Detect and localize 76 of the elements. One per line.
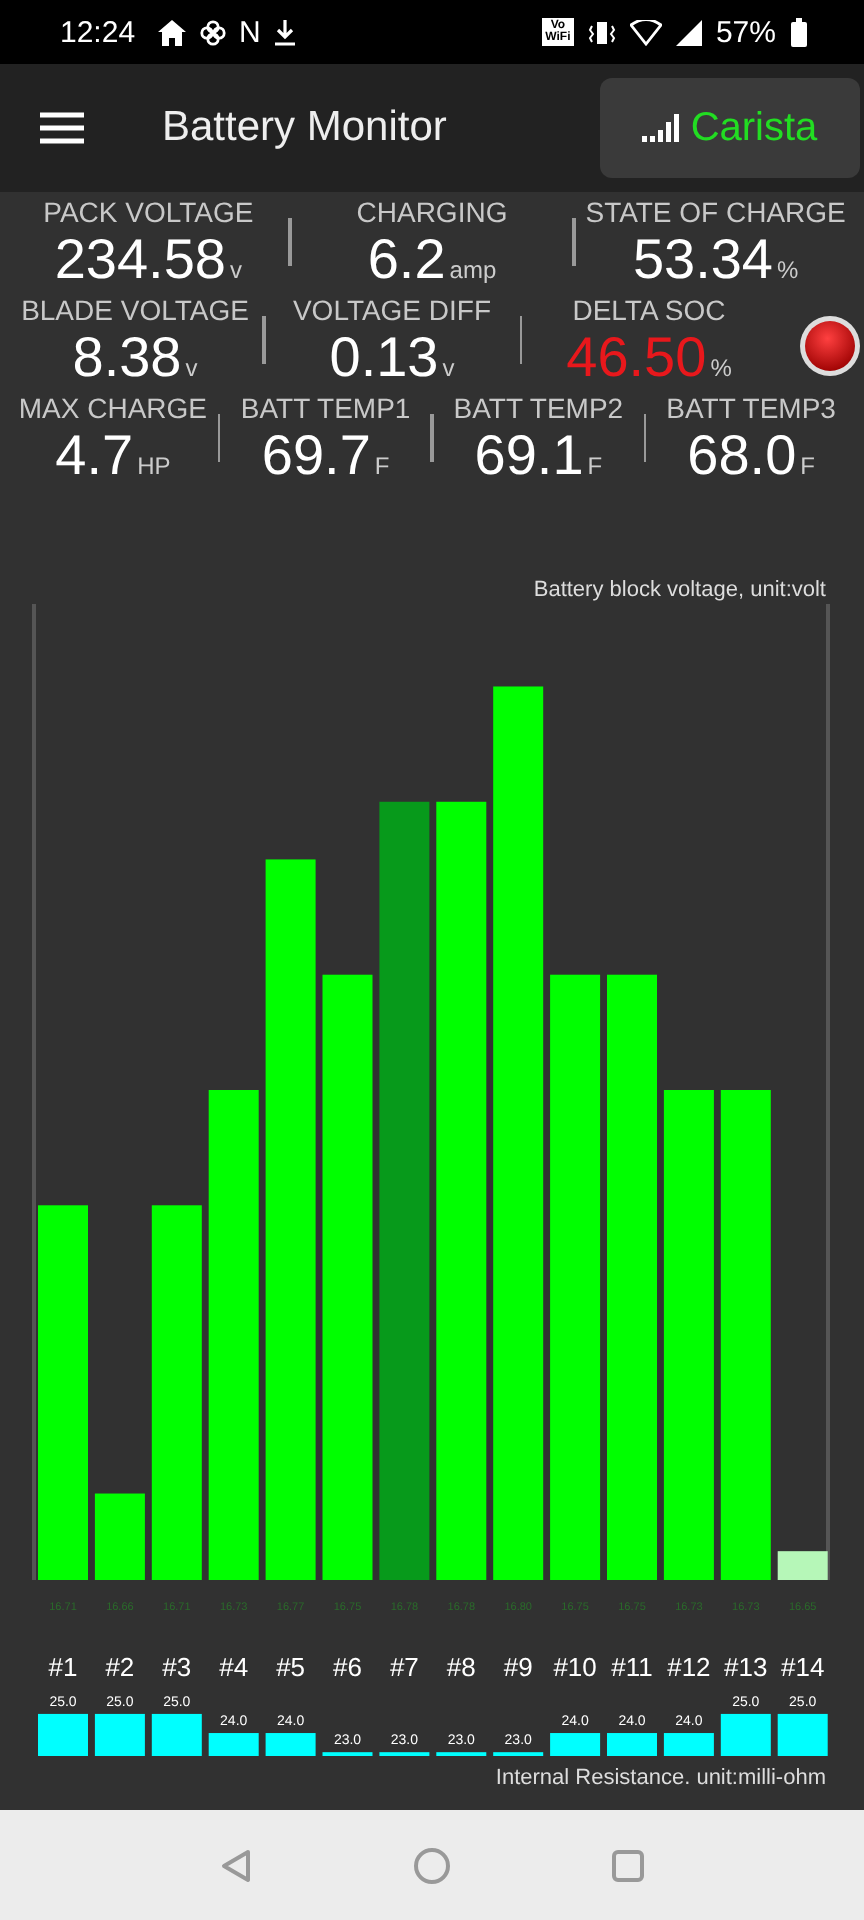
metric-value: 4.7: [55, 428, 134, 484]
metric-label: BATT TEMP3: [666, 392, 836, 424]
app-title: Battery Monitor: [162, 104, 449, 152]
home-icon: [157, 19, 186, 45]
metric-unit: HP: [137, 454, 171, 478]
metric-unit: %: [710, 356, 732, 380]
signal-bars-icon: [642, 114, 683, 142]
cell-label: #2: [105, 1652, 135, 1680]
metric-label: DELTA SOC: [572, 294, 726, 326]
resistance-bar: [550, 1733, 601, 1756]
chart-title: Internal Resistance. unit:milli-ohm: [495, 1766, 826, 1790]
cell-label: #3: [162, 1652, 192, 1680]
voltage-bar: [94, 1493, 145, 1580]
metric-label: CHARGING: [356, 196, 508, 228]
battery-percent: 57%: [715, 15, 776, 49]
metric-value: 0.13: [329, 330, 439, 386]
device-button[interactable]: Carista: [600, 78, 860, 178]
cell-label: #1: [48, 1652, 78, 1680]
metric-value: 8.38: [72, 330, 182, 386]
metric-value: 234.58: [54, 232, 226, 288]
resistance-bar: [720, 1713, 771, 1756]
status-time: 12:24: [60, 15, 136, 49]
signal-icon: [675, 19, 702, 45]
menu-icon: [40, 112, 84, 144]
metric-label: BATT TEMP1: [240, 392, 411, 424]
voltage-bar: [777, 1551, 828, 1580]
recents-icon: [609, 1847, 646, 1883]
home-circle-icon: [411, 1845, 452, 1885]
cell-label: #7: [389, 1652, 419, 1680]
notification-letter: N: [239, 15, 261, 49]
metric-label: PACK VOLTAGE: [43, 196, 254, 228]
metric-value: 69.7: [261, 428, 371, 484]
resistance-bar: [208, 1733, 259, 1756]
cell-label: #12: [667, 1652, 711, 1680]
metric-value: 6.2: [367, 232, 446, 288]
metric-unit: %: [777, 258, 799, 282]
metric-value: 46.50: [566, 330, 707, 386]
metric-unit: amp: [449, 258, 497, 282]
resistance-bar: [607, 1733, 657, 1756]
metric-value: 69.1: [474, 428, 584, 484]
resistance-bar: [38, 1713, 88, 1756]
metric-label: MAX CHARGE: [18, 392, 207, 424]
resistance-bar: [777, 1713, 828, 1756]
chart-title: Battery block voltage, unit:volt: [533, 578, 826, 602]
cell-label: #10: [553, 1652, 597, 1680]
cell-label: #5: [276, 1652, 306, 1680]
metric-label: BATT TEMP2: [453, 392, 624, 424]
metric-value: 68.0: [687, 428, 797, 484]
resistance-bar: [151, 1713, 202, 1756]
battery-icon: [790, 17, 808, 47]
metric-unit: v: [442, 356, 455, 380]
cell-label: #13: [724, 1652, 768, 1680]
resistance-bar: [265, 1733, 316, 1756]
cell-label: #11: [611, 1652, 653, 1680]
cell-label: #9: [503, 1652, 533, 1680]
metric-label: VOLTAGE DIFF: [292, 294, 492, 326]
metric-unit: v: [229, 258, 242, 282]
metric-label: BLADE VOLTAGE: [21, 294, 249, 326]
cell-label: #8: [446, 1652, 476, 1680]
cell-label: #6: [333, 1652, 362, 1680]
download-icon: [274, 19, 297, 45]
cell-label: #14: [781, 1652, 825, 1680]
back-icon: [218, 1847, 255, 1883]
vibrate-icon: [587, 19, 616, 45]
wifi-icon: [629, 19, 662, 45]
cell-label: #4: [219, 1652, 249, 1680]
fan-icon: [199, 19, 226, 45]
metric-label: STATE OF CHARGE: [585, 196, 846, 228]
metric-unit: F: [800, 454, 815, 478]
menu-button[interactable]: [40, 112, 84, 144]
metric-unit: F: [374, 454, 390, 478]
metric-unit: F: [587, 454, 603, 478]
resistance-bar: [663, 1733, 714, 1756]
resistance-bar: [94, 1713, 145, 1756]
metric-unit: v: [185, 356, 198, 380]
metric-value: 53.34: [632, 232, 774, 288]
